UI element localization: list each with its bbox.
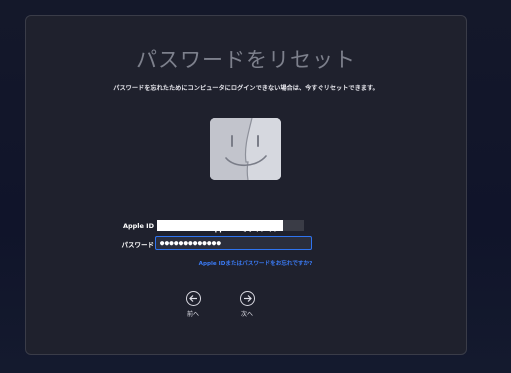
password-field[interactable]: ●●●●●●●●●●●●●	[155, 236, 312, 250]
arrow-right-circle-icon[interactable]	[239, 291, 255, 306]
forgot-credentials-link[interactable]: Apple IDまたはパスワードをお忘れですか?	[0, 259, 511, 267]
page-subtitle: パスワードを忘れたためにコンピュータにログインできない場合は、今すぐリセットでき…	[113, 85, 379, 92]
apple-id-field[interactable]	[157, 220, 283, 231]
next-label: 次へ	[240, 311, 253, 318]
arrow-left-circle-icon[interactable]	[185, 291, 201, 306]
password-label: パスワード	[121, 241, 155, 249]
apple-id-field-end[interactable]	[283, 220, 304, 231]
finder-face-icon	[210, 118, 281, 180]
back-label: 前へ	[186, 311, 199, 318]
back-button[interactable]: 前へ	[173, 291, 213, 318]
apple-id-label: Apple ID	[122, 222, 154, 230]
page-title: パスワードをリセット	[136, 48, 356, 72]
next-button[interactable]: 次へ	[227, 291, 267, 318]
